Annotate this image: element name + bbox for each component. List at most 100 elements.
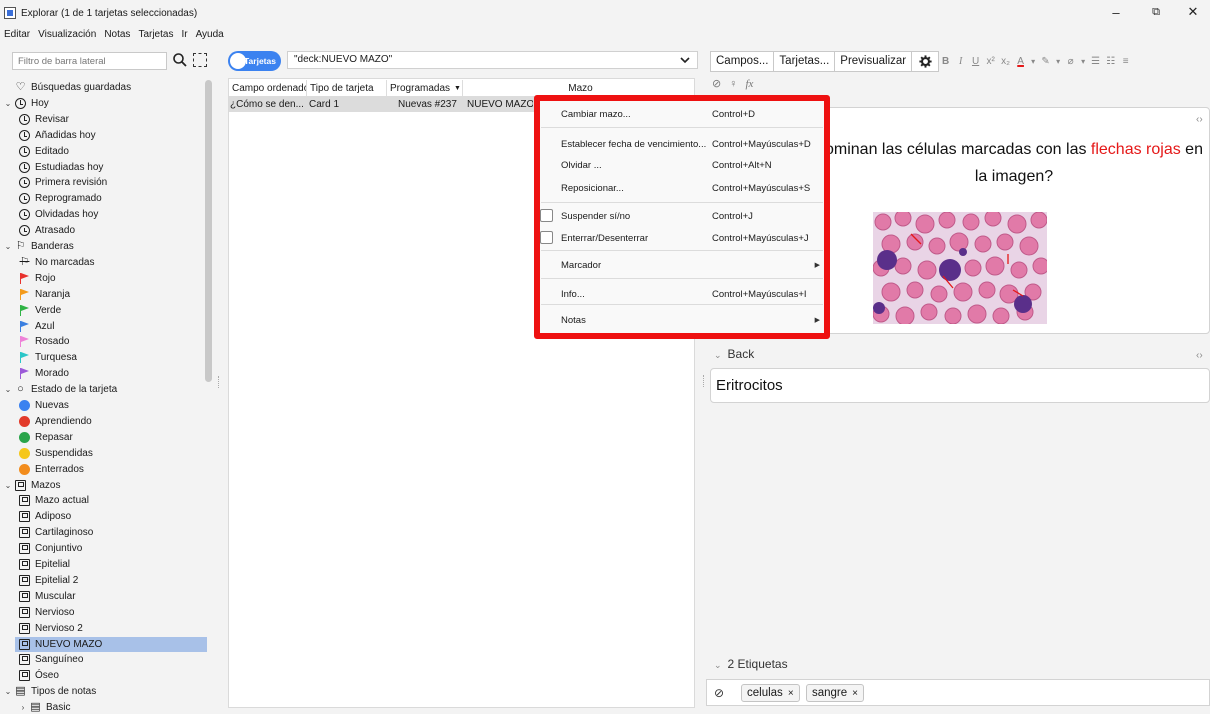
sidebar-item[interactable]: Añadidas hoy bbox=[19, 128, 200, 143]
chevron-right-icon[interactable]: › bbox=[19, 703, 27, 712]
sidebar-item[interactable]: Conjuntivo bbox=[19, 541, 200, 556]
bold-button[interactable]: B bbox=[938, 51, 953, 72]
context-menu-item[interactable]: Cambiar mazo... Control+D bbox=[540, 104, 824, 124]
sidebar-item[interactable]: Repasar bbox=[19, 430, 200, 445]
context-menu-item[interactable]: Reposicionar... Control+Mayúsculas+S bbox=[540, 178, 824, 198]
highlight-dropdown[interactable]: ▾ bbox=[1053, 51, 1063, 72]
selection-tool-icon[interactable] bbox=[193, 53, 207, 67]
column-header-due[interactable]: Programadas ▼ bbox=[387, 80, 463, 96]
bullet-list-icon[interactable]: ☰ bbox=[1088, 51, 1103, 72]
menu-checkbox[interactable] bbox=[540, 231, 553, 244]
column-header-card-type[interactable]: Tipo de tarjeta bbox=[307, 80, 387, 96]
menu-ayuda[interactable]: Ayuda bbox=[196, 29, 224, 40]
sidebar-item[interactable]: Mazo actual bbox=[19, 493, 200, 508]
back-field-header[interactable]: ⌄ Back bbox=[714, 347, 754, 361]
sidebar-item[interactable]: Rosado bbox=[19, 334, 200, 349]
sidebar-item[interactable]: Verde bbox=[19, 303, 200, 318]
chevron-down-icon[interactable]: ⌄ bbox=[4, 687, 12, 696]
eraser-dropdown[interactable]: ▾ bbox=[1078, 51, 1088, 72]
sidebar-item[interactable]: Azul bbox=[19, 319, 200, 334]
html-toggle-icon[interactable]: ‹› bbox=[1196, 114, 1203, 125]
italic-button[interactable]: I bbox=[953, 51, 968, 72]
sidebar-item[interactable]: ♡ Búsquedas guardadas bbox=[4, 80, 200, 95]
context-menu-item[interactable]: Establecer fecha de vencimiento... Contro… bbox=[540, 134, 824, 154]
sidebar-item[interactable]: ⌄ ⚐ Banderas bbox=[4, 239, 200, 254]
subscript-button[interactable]: x₂ bbox=[998, 51, 1013, 72]
menu-visualizacion[interactable]: Visualización bbox=[38, 29, 96, 40]
remove-tag-icon[interactable]: × bbox=[852, 688, 858, 699]
sidebar-item[interactable]: Primera revisión bbox=[19, 175, 200, 190]
sidebar-item[interactable]: Óseo bbox=[19, 668, 200, 683]
text-color-button[interactable]: A bbox=[1013, 51, 1028, 72]
sidebar-item[interactable]: Sanguíneo bbox=[19, 652, 200, 667]
sidebar-item[interactable]: Revisar bbox=[19, 112, 200, 127]
sidebar-item[interactable]: NUEVO MAZO bbox=[15, 636, 207, 652]
sidebar-item[interactable]: Rojo bbox=[19, 271, 200, 286]
back-field[interactable] bbox=[710, 368, 1210, 403]
sidebar-item[interactable]: Muscular bbox=[19, 589, 200, 604]
context-menu-item[interactable]: Notas ▶ bbox=[540, 310, 824, 330]
sidebar-item[interactable]: ⌄ ○ Estado de la tarjeta bbox=[4, 382, 200, 397]
chevron-down-icon[interactable] bbox=[679, 54, 691, 66]
microphone-icon[interactable]: ♀ bbox=[729, 78, 737, 90]
cards-button[interactable]: Tarjetas... bbox=[773, 50, 836, 72]
sidebar-item[interactable]: Estudiadas hoy bbox=[19, 160, 200, 175]
menu-editar[interactable]: Editar bbox=[4, 29, 30, 40]
tag-chip[interactable]: sangre × bbox=[806, 684, 865, 702]
sidebar-item[interactable]: Epitelial bbox=[19, 557, 200, 572]
maximize-button[interactable]: ⧉ bbox=[1142, 3, 1170, 21]
sidebar-item[interactable]: ⌄ ▤ Tipos de notas bbox=[4, 684, 200, 699]
html-toggle-icon[interactable]: ‹› bbox=[1196, 350, 1203, 361]
sidebar-item[interactable]: Editado bbox=[19, 144, 200, 159]
eraser-icon[interactable]: ⌀ bbox=[1063, 51, 1078, 72]
minimize-button[interactable]: – bbox=[1102, 3, 1130, 21]
search-icon[interactable] bbox=[172, 52, 188, 68]
attachment-icon[interactable]: ⊘ bbox=[712, 77, 721, 90]
sidebar-filter-input[interactable] bbox=[12, 52, 167, 70]
sidebar-item[interactable]: Nuevas bbox=[19, 398, 200, 413]
remove-tag-icon[interactable]: × bbox=[788, 688, 794, 699]
editor-splitter[interactable] bbox=[703, 375, 705, 387]
menu-checkbox[interactable] bbox=[540, 209, 553, 222]
menu-ir[interactable]: Ir bbox=[181, 29, 187, 40]
sidebar-item[interactable]: Turquesa bbox=[19, 350, 200, 365]
context-menu-item[interactable]: Marcador ▶ bbox=[540, 255, 824, 275]
menu-tarjetas[interactable]: Tarjetas bbox=[138, 29, 173, 40]
context-menu-item[interactable]: Suspender sí/no Control+J bbox=[540, 206, 824, 226]
tags-header[interactable]: ⌄ 2 Etiquetas bbox=[714, 657, 788, 671]
search-input[interactable]: "deck:NUEVO MAZO" bbox=[287, 51, 698, 69]
sidebar-item[interactable]: Cartilaginoso bbox=[19, 525, 200, 540]
tag-chip[interactable]: celulas × bbox=[741, 684, 800, 702]
context-menu-item[interactable]: Info... Control+Mayúsculas+I bbox=[540, 284, 824, 304]
sidebar-item[interactable]: ⚐ No marcadas bbox=[19, 255, 200, 270]
underline-button[interactable]: U bbox=[968, 51, 983, 72]
fields-button[interactable]: Campos... bbox=[710, 50, 775, 72]
align-icon[interactable]: ≡ bbox=[1118, 51, 1133, 72]
sidebar-item[interactable]: Epitelial 2 bbox=[19, 573, 200, 588]
formula-icon[interactable]: fx bbox=[745, 78, 753, 90]
close-button[interactable]: ✕ bbox=[1179, 3, 1207, 21]
sidebar-item[interactable]: Nervioso 2 bbox=[19, 621, 200, 636]
gear-icon[interactable] bbox=[911, 50, 940, 72]
sidebar-item[interactable]: Morado bbox=[19, 366, 200, 381]
sidebar-item[interactable]: Aprendiendo bbox=[19, 414, 200, 429]
chevron-down-icon[interactable]: ⌄ bbox=[4, 99, 12, 108]
sidebar-item[interactable]: Adiposo bbox=[19, 509, 200, 524]
column-header-sort-field[interactable]: Campo ordenado bbox=[229, 80, 307, 96]
sidebar-item[interactable]: › ▤ Basic bbox=[19, 700, 200, 714]
preview-button[interactable]: Previsualizar bbox=[834, 50, 913, 72]
cards-notes-toggle[interactable]: Tarjetas bbox=[228, 51, 281, 71]
sidebar-item[interactable]: Suspendidas bbox=[19, 446, 200, 461]
sidebar-item[interactable]: Nervioso bbox=[19, 605, 200, 620]
sidebar-item[interactable]: Olvidadas hoy bbox=[19, 207, 200, 222]
sidebar-item[interactable]: Reprogramado bbox=[19, 191, 200, 206]
sidebar-item[interactable]: ⌄ Mazos bbox=[4, 478, 200, 493]
sidebar-item[interactable]: ⌄ Hoy bbox=[4, 96, 200, 111]
sidebar-item[interactable]: Naranja bbox=[19, 287, 200, 302]
chevron-down-icon[interactable]: ⌄ bbox=[4, 481, 12, 490]
superscript-button[interactable]: x² bbox=[983, 51, 998, 72]
highlight-icon[interactable]: ✎ bbox=[1038, 51, 1053, 72]
sidebar-item[interactable]: Enterrados bbox=[19, 462, 200, 477]
sidebar-splitter[interactable] bbox=[218, 376, 220, 388]
text-color-dropdown[interactable]: ▾ bbox=[1028, 51, 1038, 72]
